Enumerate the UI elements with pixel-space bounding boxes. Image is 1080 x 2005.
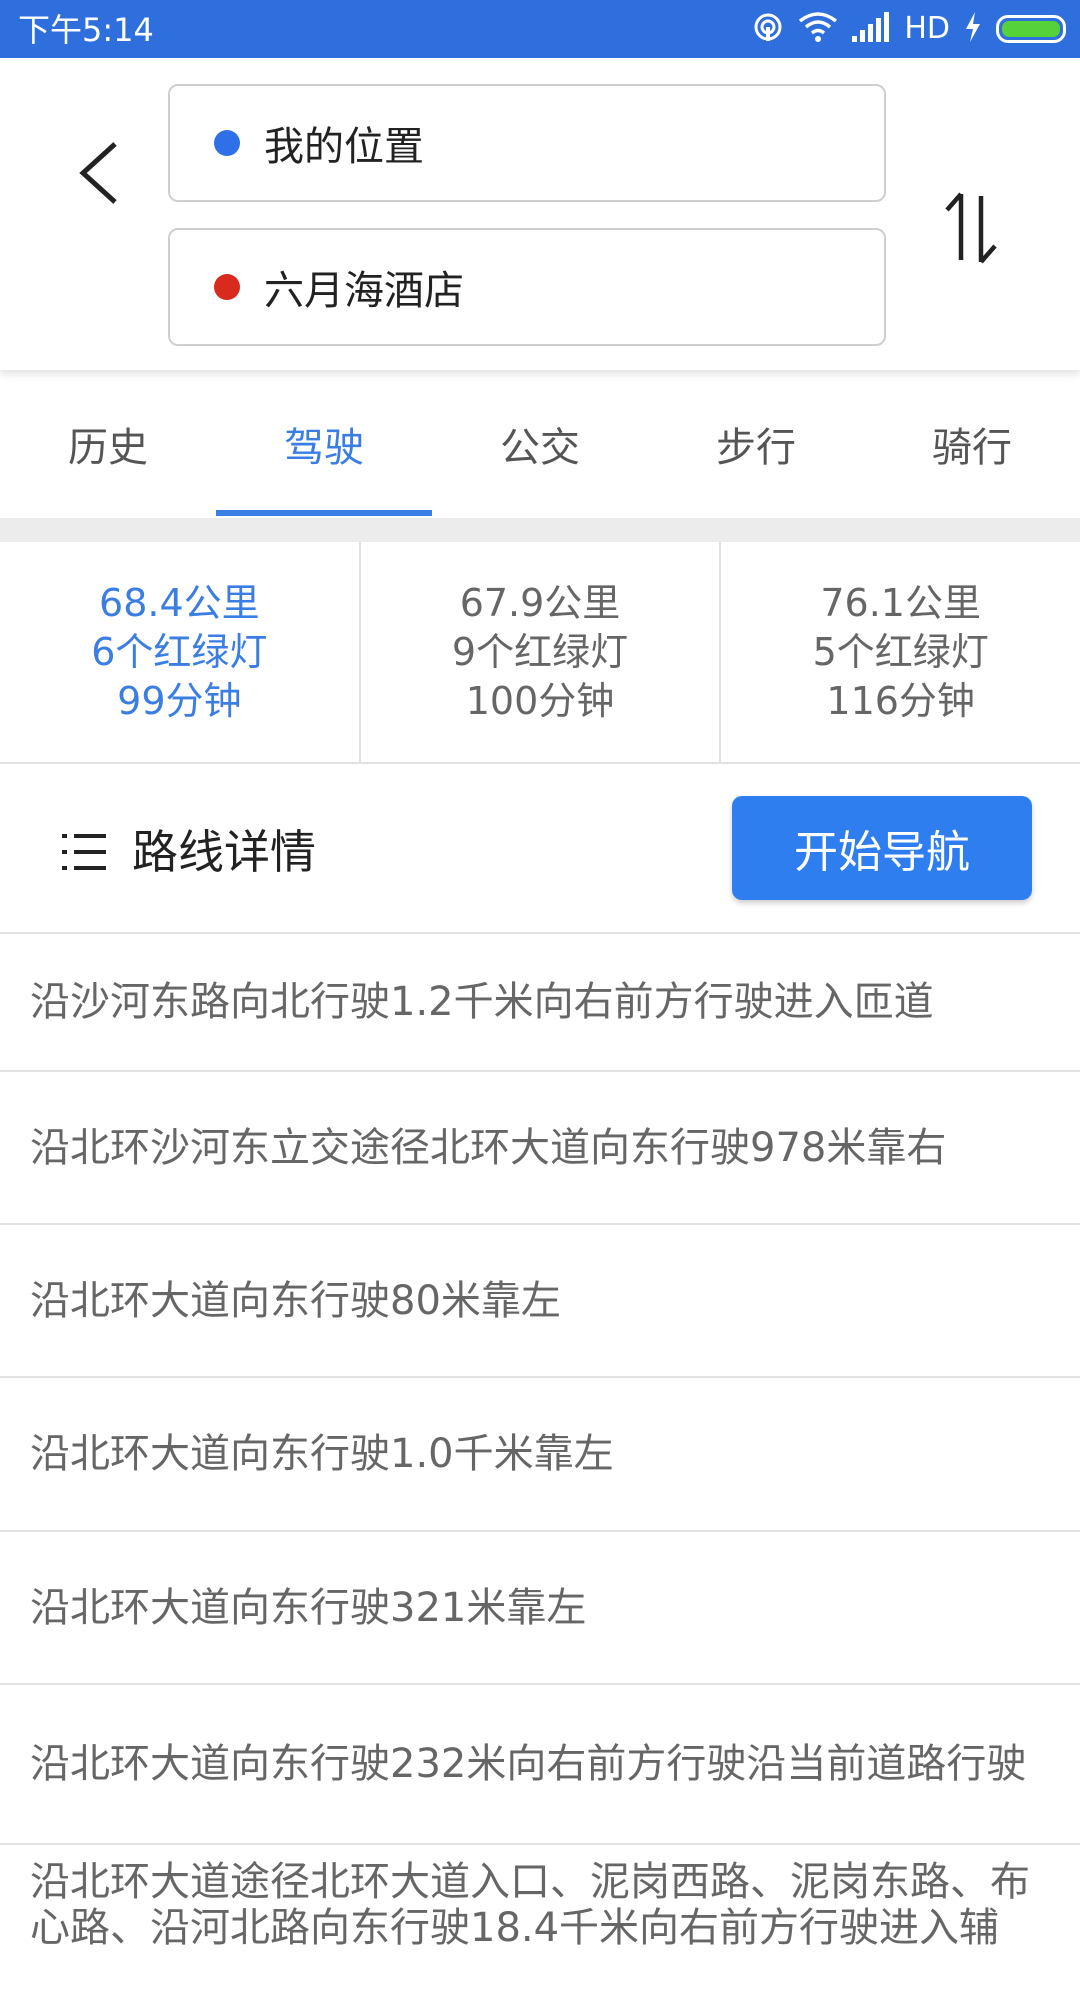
network-type-label: HD bbox=[904, 11, 950, 46]
status-icons: HD bbox=[752, 9, 1066, 49]
list-item[interactable]: 沿北环大道向东行驶80米靠左 bbox=[0, 1225, 1080, 1378]
origin-input[interactable]: 我的位置 bbox=[168, 84, 886, 202]
hotspot-icon bbox=[752, 11, 784, 47]
list-item[interactable]: 沿北环大道途径北环大道入口、泥岗西路、泥岗东路、布心路、沿河北路向东行驶18.4… bbox=[0, 1845, 1080, 2005]
battery-level bbox=[1002, 21, 1060, 37]
origin-text: 我的位置 bbox=[264, 124, 424, 170]
swap-button[interactable] bbox=[935, 183, 1007, 273]
route-details-header: 路线详情 开始导航 bbox=[0, 764, 1080, 934]
route-search-header: 我的位置 六月海酒店 bbox=[0, 58, 1080, 370]
status-bar: 下午5:14 HD bbox=[0, 0, 1080, 58]
list-item[interactable]: 沿北环大道向东行驶1.0千米靠左 bbox=[0, 1378, 1080, 1532]
signal-icon bbox=[852, 12, 890, 46]
route-options: 68.4公里 6个红绿灯 99分钟 67.9公里 9个红绿灯 100分钟 76.… bbox=[0, 542, 1080, 764]
route-distance: 76.1公里 bbox=[820, 580, 981, 625]
route-details-title: 路线详情 bbox=[132, 825, 316, 879]
origin-dot bbox=[214, 130, 240, 156]
tab-history[interactable]: 历史 bbox=[0, 370, 216, 518]
tab-cycling[interactable]: 骑行 bbox=[864, 370, 1080, 518]
battery-icon bbox=[996, 15, 1066, 43]
route-duration: 100分钟 bbox=[465, 678, 615, 723]
destination-text: 六月海酒店 bbox=[264, 268, 464, 314]
swap-vertical-icon bbox=[945, 192, 997, 264]
chevron-left-icon bbox=[79, 142, 117, 204]
route-distance: 68.4公里 bbox=[99, 580, 260, 625]
start-navigation-button[interactable]: 开始导航 bbox=[732, 796, 1032, 900]
route-option-3[interactable]: 76.1公里 5个红绿灯 116分钟 bbox=[721, 542, 1080, 762]
tab-driving[interactable]: 驾驶 bbox=[216, 370, 432, 518]
charging-icon bbox=[964, 12, 982, 46]
route-duration: 116分钟 bbox=[826, 678, 975, 723]
route-traffic-lights: 5个红绿灯 bbox=[812, 629, 989, 674]
route-steps-list: 沿沙河东路向北行驶1.2千米向右前方行驶进入匝道 沿北环沙河东立交途径北环大道向… bbox=[0, 934, 1080, 2005]
destination-input[interactable]: 六月海酒店 bbox=[168, 228, 886, 346]
route-duration: 99分钟 bbox=[117, 678, 242, 723]
route-traffic-lights: 9个红绿灯 bbox=[451, 629, 629, 674]
back-button[interactable] bbox=[60, 118, 140, 228]
list-item[interactable]: 沿北环大道向东行驶321米靠左 bbox=[0, 1532, 1080, 1685]
status-time: 下午5:14 bbox=[18, 11, 154, 49]
list-item[interactable]: 沿沙河东路向北行驶1.2千米向右前方行驶进入匝道 bbox=[0, 934, 1080, 1072]
list-item[interactable]: 沿北环大道向东行驶232米向右前方行驶沿当前道路行驶 bbox=[0, 1685, 1080, 1845]
route-option-1[interactable]: 68.4公里 6个红绿灯 99分钟 bbox=[0, 542, 361, 762]
section-divider bbox=[0, 518, 1080, 542]
route-option-2[interactable]: 67.9公里 9个红绿灯 100分钟 bbox=[361, 542, 722, 762]
tab-walking[interactable]: 步行 bbox=[648, 370, 864, 518]
list-item[interactable]: 沿北环沙河东立交途径北环大道向东行驶978米靠右 bbox=[0, 1072, 1080, 1225]
tab-transit[interactable]: 公交 bbox=[432, 370, 648, 518]
wifi-icon bbox=[798, 11, 838, 47]
destination-dot bbox=[214, 274, 240, 300]
list-icon bbox=[62, 834, 106, 870]
mode-tabs: 历史 驾驶 公交 步行 骑行 bbox=[0, 370, 1080, 518]
route-distance: 67.9公里 bbox=[459, 580, 621, 625]
route-traffic-lights: 6个红绿灯 bbox=[91, 629, 268, 674]
